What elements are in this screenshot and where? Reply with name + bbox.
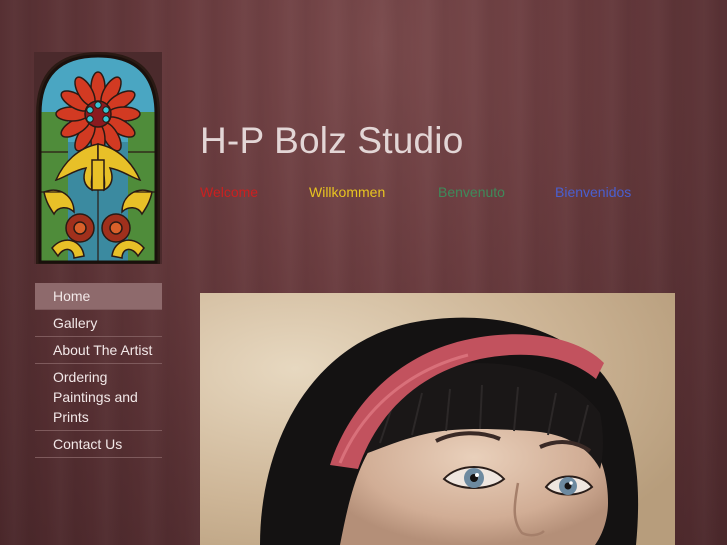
greeting-bienvenidos: Bienvenidos — [555, 184, 632, 200]
greeting-benvenuto: Benvenuto — [438, 184, 505, 200]
nav-item-ordering[interactable]: Ordering Paintings and Prints — [35, 364, 162, 431]
stained-glass-logo-icon[interactable] — [34, 52, 162, 264]
nav-item-home[interactable]: Home — [35, 283, 162, 310]
site-title: H-P Bolz Studio — [200, 120, 464, 161]
greetings-row: Welcome Willkommen Benvenuto Bienvenidos — [200, 184, 670, 204]
nav-item-gallery[interactable]: Gallery — [35, 310, 162, 337]
greeting-welcome: Welcome — [200, 184, 259, 200]
greeting-willkommen: Willkommen — [309, 184, 386, 200]
nav-item-about-the-artist[interactable]: About The Artist — [35, 337, 162, 364]
featured-painting — [200, 293, 675, 545]
nav-item-contact-us[interactable]: Contact Us — [35, 431, 162, 458]
sidebar-nav: Home Gallery About The Artist Ordering P… — [35, 283, 162, 458]
